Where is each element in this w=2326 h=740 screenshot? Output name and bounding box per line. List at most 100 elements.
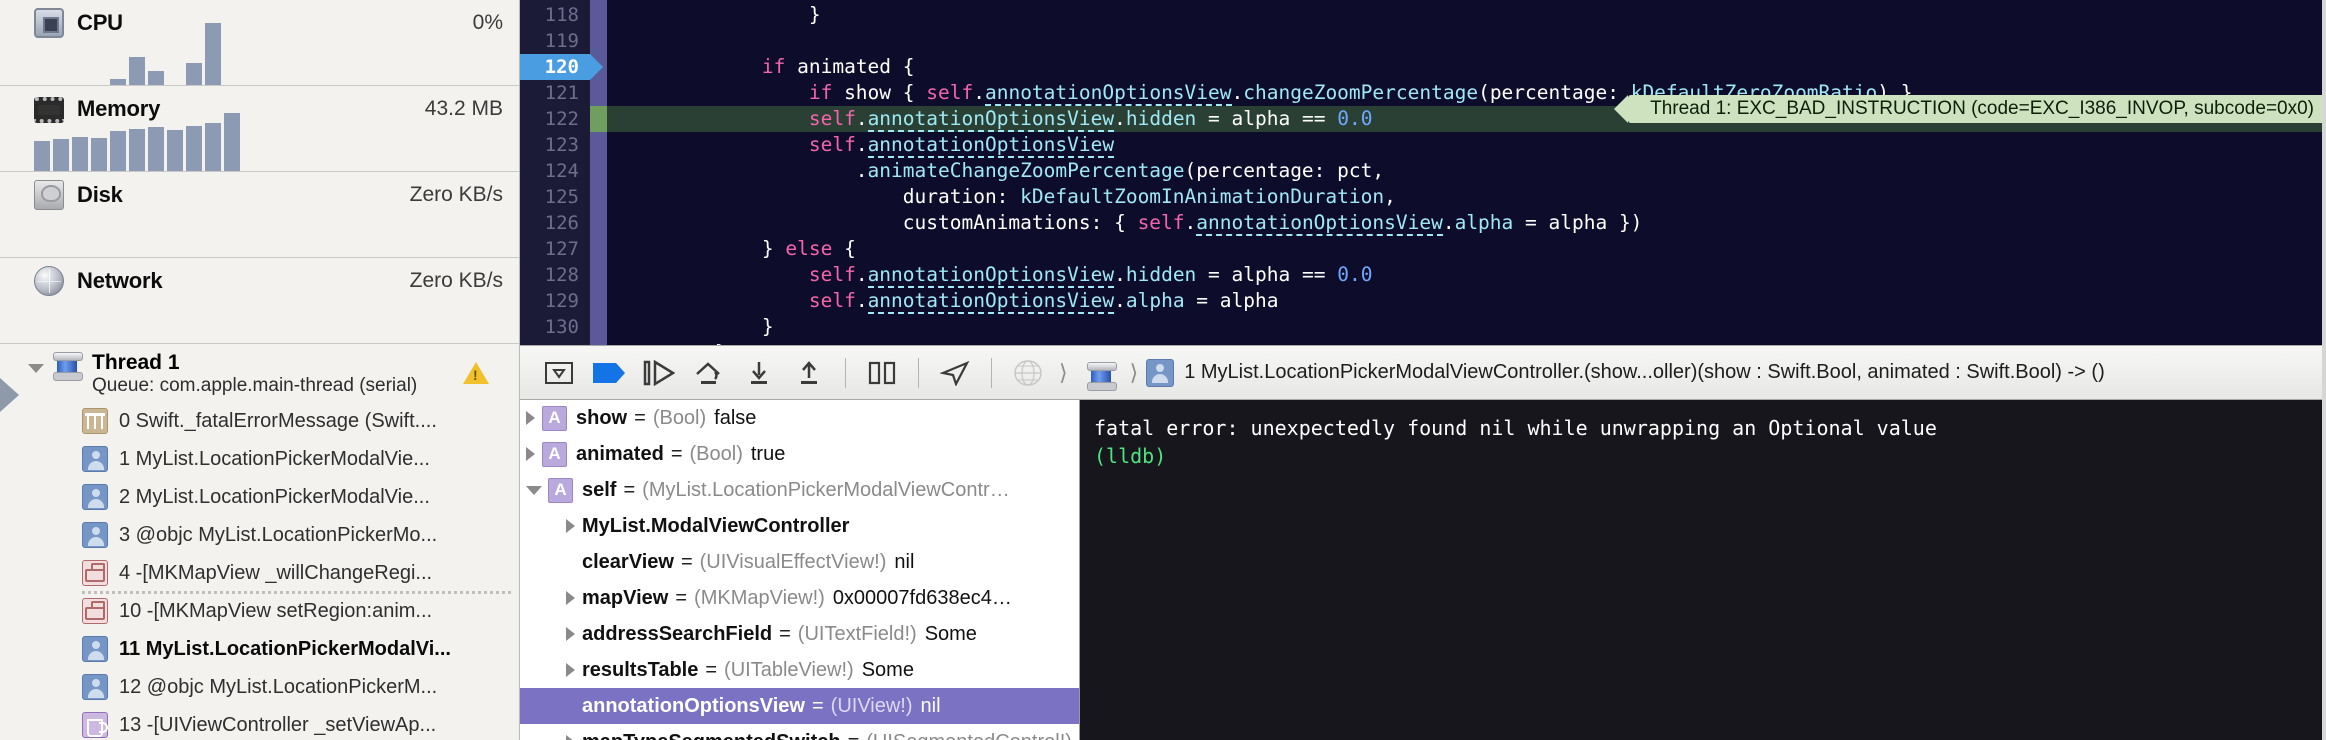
debug-navigator[interactable]: CPU 0% Memory 43.2 MB Disk Zero KB/s Network Ze… [0, 0, 520, 740]
breakpoints-toggle-button[interactable] [584, 353, 634, 393]
code-line[interactable]: self.annotationOptionsView.hidden = alph… [607, 262, 2326, 288]
navigator-expand-arrow-icon[interactable] [0, 378, 19, 412]
variable-row[interactable]: resultsTable = (UITableView!) Some [520, 652, 1079, 688]
warning-badge-icon[interactable] [463, 362, 489, 384]
gauge-disk[interactable]: Disk Zero KB/s [0, 172, 519, 258]
process-hierarchy-icon[interactable] [1003, 353, 1053, 393]
line-number[interactable]: 131 [520, 340, 590, 345]
code-token: . [855, 107, 868, 130]
line-number[interactable]: 122 [520, 106, 590, 132]
stack-frame-11[interactable]: 11 MyList.LocationPickerModalVi... [0, 630, 519, 668]
lldb-prompt[interactable]: (lldb) [1094, 442, 2326, 470]
variable-row[interactable]: mapView = (MKMapView!) 0x00007fd638ec4… [520, 580, 1079, 616]
debug-bar[interactable]: ⟩ ⟩ 1 MyList.LocationPickerModalViewCont… [520, 345, 2326, 400]
stack-frame-10[interactable]: 10 -[MKMapView setRegion:anim... [0, 591, 519, 630]
code-line[interactable]: } else { [607, 236, 2326, 262]
code-line[interactable]: customAnimations: { self.annotationOptio… [607, 210, 2326, 236]
disclosure-triangle-icon[interactable] [526, 411, 535, 425]
variable-name: self [582, 478, 617, 501]
variable-row[interactable]: mapTypeSegmentedSwitch = (UISegmentedContr… [520, 724, 1079, 740]
variable-name: MyList.ModalViewController [582, 514, 850, 537]
simulate-location-button[interactable] [930, 353, 980, 393]
variable-row[interactable]: clearView = (UIVisualEffectView!) nil [520, 544, 1079, 580]
variable-row[interactable]: annotationOptionsView = (UIView!) nil [520, 688, 1079, 724]
exception-banner[interactable]: Thread 1: EXC_BAD_INSTRUCTION (code=EXC_… [1614, 95, 2326, 123]
line-number[interactable]: 127 [520, 236, 590, 262]
code-focus-ribbon[interactable] [590, 0, 619, 345]
disclosure-triangle-icon[interactable] [566, 591, 575, 605]
line-number[interactable]: 128 [520, 262, 590, 288]
step-over-button[interactable] [684, 353, 734, 393]
variable-row[interactable]: Ashow = (Bool) false [520, 400, 1079, 436]
continue-button[interactable] [634, 353, 684, 393]
line-number[interactable]: 126 [520, 210, 590, 236]
frame-selector[interactable]: 1 MyList.LocationPickerModalViewControll… [1144, 358, 2105, 387]
code-line[interactable]: } [607, 314, 2326, 340]
code-token: duration: [621, 185, 1021, 208]
variable-row[interactable]: Aself = (MyList.LocationPickerModalViewCon… [520, 472, 1079, 508]
variable-row[interactable]: Aanimated = (Bool) true [520, 436, 1079, 472]
gauge-memory[interactable]: Memory 43.2 MB [0, 86, 519, 172]
disclosure-triangle-icon[interactable] [526, 447, 535, 461]
code-token: . [855, 289, 868, 312]
gauge-header: Disk Zero KB/s [0, 172, 519, 218]
code-token: self [808, 263, 856, 286]
step-out-button[interactable] [784, 353, 834, 393]
thread-row[interactable]: Thread 1 Queue: com.apple.main-thread (se… [0, 344, 519, 402]
line-number-gutter[interactable]: 1181191201211221231241251261271281291301… [520, 0, 603, 345]
code-line[interactable]: .animateChangeZoomPercentage(percentage:… [607, 158, 2326, 184]
line-number[interactable]: 129 [520, 288, 590, 314]
variable-row[interactable]: addressSearchField = (UITextField!) Some [520, 616, 1079, 652]
code-token: annotationOptionsView [867, 107, 1115, 132]
stack-frame-1[interactable]: 1 MyList.LocationPickerModalVie... [0, 440, 519, 478]
equals-sign: = [705, 658, 718, 681]
stack-frame-0[interactable]: 0 Swift._fatalErrorMessage (Swift.... [0, 402, 519, 440]
sparkline-bar [110, 131, 126, 171]
variable-value: Some [924, 622, 977, 645]
line-number[interactable]: 118 [520, 2, 590, 28]
hide-debug-area-button[interactable] [534, 353, 584, 393]
variable-row[interactable]: MyList.ModalViewController [520, 508, 1079, 544]
line-number[interactable]: 119 [520, 28, 590, 54]
disclosure-triangle-icon[interactable] [566, 663, 575, 677]
line-number[interactable]: 121 [520, 80, 590, 106]
code-token: = alpha }) [1513, 211, 1643, 234]
disclosure-triangle-icon[interactable] [566, 519, 575, 533]
thread-selector-button[interactable] [1074, 353, 1124, 393]
step-into-button[interactable] [734, 353, 784, 393]
code-line[interactable]: self.annotationOptionsView [607, 132, 2326, 158]
disclosure-triangle-icon[interactable] [566, 735, 575, 740]
thread-disclosure-triangle-icon[interactable] [28, 364, 44, 373]
console-output[interactable]: fatal error: unexpectedly found nil whil… [1080, 400, 2326, 740]
stack-frame-12[interactable]: 12 @objc MyList.LocationPickerM... [0, 668, 519, 706]
line-number[interactable]: 120 [520, 54, 603, 80]
code-line[interactable]: duration: kDefaultZoomInAnimationDuratio… [607, 184, 2326, 210]
code-line[interactable]: } [607, 2, 2326, 28]
code-line[interactable] [607, 28, 2326, 54]
disclosure-triangle-icon[interactable] [526, 485, 542, 495]
line-number[interactable]: 125 [520, 184, 590, 210]
gauge-value: Zero KB/s [409, 269, 503, 292]
window-scrollbar[interactable] [2322, 0, 2326, 740]
stack-frame-4[interactable]: 4 -[MKMapView _willChangeRegi... [0, 554, 519, 592]
disclosure-triangle-icon[interactable] [566, 627, 575, 641]
code-line[interactable]: } [607, 340, 2326, 345]
gauge-network[interactable]: Network Zero KB/s [0, 258, 519, 344]
source-editor[interactable]: 1181191201211221231241251261271281291301… [520, 0, 2326, 345]
line-number[interactable]: 123 [520, 132, 590, 158]
stack-frame-2[interactable]: 2 MyList.LocationPickerModalVie... [0, 478, 519, 516]
code-text[interactable]: } if animated { if show { self.annotatio… [607, 0, 2326, 345]
app-code-icon [82, 484, 108, 510]
line-number[interactable]: 130 [520, 314, 590, 340]
code-line[interactable]: self.annotationOptionsView.alpha = alpha [607, 288, 2326, 314]
stack-frame-13[interactable]: 13 -[UIViewController _setViewAp... [0, 706, 519, 740]
view-debugging-button[interactable] [857, 353, 907, 393]
stack-frame-label: 1 MyList.LocationPickerModalVie... [119, 447, 430, 470]
code-line[interactable]: if animated { [607, 54, 2326, 80]
breadcrumb-separator-2: ⟩ [1129, 359, 1139, 385]
gauge-cpu[interactable]: CPU 0% [0, 0, 519, 86]
line-number[interactable]: 124 [520, 158, 590, 184]
stack-frame-3[interactable]: 3 @objc MyList.LocationPickerMo... [0, 516, 519, 554]
variables-view[interactable]: Ashow = (Bool) false Aanimated = (Bool) true Ase… [520, 400, 1080, 740]
